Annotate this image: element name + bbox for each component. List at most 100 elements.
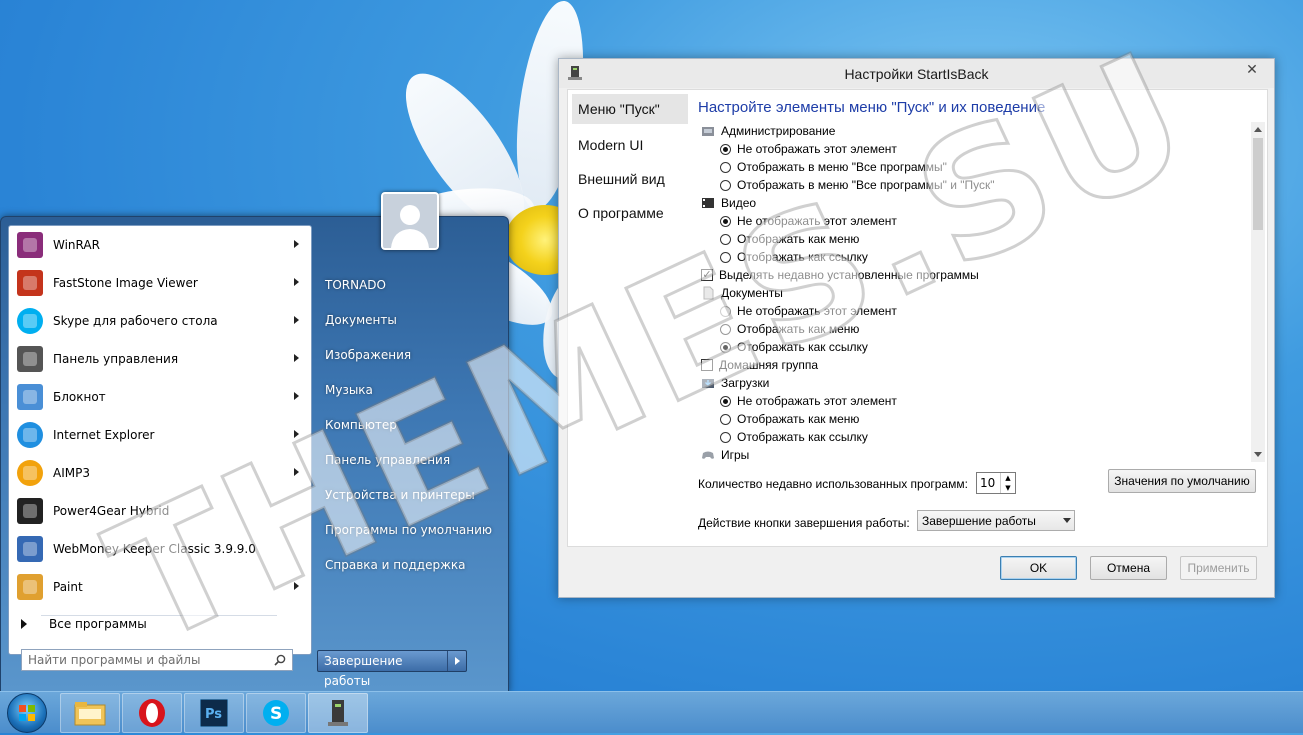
- radio-button[interactable]: [720, 431, 731, 443]
- submenu-arrow-icon[interactable]: [294, 354, 299, 362]
- option-label: Отображать в меню "Все программы" и "Пус…: [737, 178, 995, 192]
- taskbar-opera-button[interactable]: [122, 693, 182, 733]
- submenu-arrow-icon[interactable]: [294, 392, 299, 400]
- radio-button[interactable]: [720, 395, 731, 407]
- checkbox-checked[interactable]: ✓: [701, 269, 713, 281]
- start-program-item[interactable]: Paint: [9, 568, 311, 606]
- start-program-item[interactable]: Панель управления: [9, 340, 311, 378]
- dl-option-link[interactable]: Отображать как ссылку: [698, 428, 1243, 446]
- start-program-item[interactable]: Блокнот: [9, 378, 311, 416]
- shutdown-options-arrow-icon[interactable]: [448, 651, 466, 671]
- submenu-arrow-icon[interactable]: [294, 430, 299, 438]
- scroll-thumb[interactable]: [1253, 138, 1263, 230]
- radio-button[interactable]: [720, 161, 731, 173]
- dl-option-menu[interactable]: Отображать как меню: [698, 410, 1243, 428]
- power4gear-icon: [13, 494, 47, 528]
- recent-programs-value[interactable]: 10: [977, 473, 1000, 493]
- nav-appearance[interactable]: Внешний вид: [572, 162, 688, 196]
- taskbar-startisback-button[interactable]: [308, 693, 368, 733]
- start-place-item[interactable]: Изображения: [317, 337, 492, 372]
- radio-button[interactable]: [720, 143, 731, 155]
- checkbox-unchecked[interactable]: [701, 359, 713, 371]
- defaults-button[interactable]: Значения по умолчанию: [1108, 469, 1256, 493]
- radio-button[interactable]: [720, 341, 731, 353]
- user-avatar[interactable]: [381, 192, 439, 250]
- start-place-item[interactable]: Документы: [317, 302, 492, 337]
- faststone-icon: [13, 266, 47, 300]
- start-place-item[interactable]: Компьютер: [317, 407, 492, 442]
- admin-option-hide[interactable]: Не отображать этот элемент: [698, 140, 1243, 158]
- start-program-item[interactable]: WinRAR: [9, 226, 311, 264]
- option-label: Отображать как ссылку: [737, 430, 868, 444]
- radio-button[interactable]: [720, 233, 731, 245]
- dl-option-hide[interactable]: Не отображать этот элемент: [698, 392, 1243, 410]
- start-place-item[interactable]: Музыка: [317, 372, 492, 407]
- nav-start-menu[interactable]: Меню "Пуск": [572, 94, 688, 124]
- highlight-new-programs[interactable]: ✓ Выделять недавно установленные програм…: [698, 266, 1243, 284]
- option-label: Отображать в меню "Все программы": [737, 160, 947, 174]
- start-place-item[interactable]: Панель управления: [317, 442, 492, 477]
- nav-about[interactable]: О программе: [572, 196, 688, 230]
- start-program-item[interactable]: WebMoney Keeper Classic 3.9.9.0: [9, 530, 311, 568]
- nav-modern-ui[interactable]: Modern UI: [572, 128, 688, 162]
- submenu-arrow-icon[interactable]: [294, 278, 299, 286]
- admin-option-all-and-start[interactable]: Отображать в меню "Все программы" и "Пус…: [698, 176, 1243, 194]
- video-option-hide[interactable]: Не отображать этот элемент: [698, 212, 1243, 230]
- radio-button[interactable]: [720, 305, 731, 317]
- start-program-item[interactable]: AIMP3: [9, 454, 311, 492]
- homegroup-option[interactable]: Домашняя группа: [698, 356, 1243, 374]
- admin-option-all-programs[interactable]: Отображать в меню "Все программы": [698, 158, 1243, 176]
- close-icon[interactable]: ✕: [1239, 61, 1265, 79]
- start-button[interactable]: [7, 693, 47, 733]
- radio-button[interactable]: [720, 251, 731, 263]
- start-place-item[interactable]: Справка и поддержка: [317, 547, 492, 582]
- scroll-down-icon[interactable]: [1254, 452, 1262, 457]
- radio-button[interactable]: [720, 179, 731, 191]
- option-label: Не отображать этот элемент: [737, 394, 897, 408]
- start-program-item[interactable]: FastStone Image Viewer: [9, 264, 311, 302]
- start-program-item[interactable]: Internet Explorer: [9, 416, 311, 454]
- options-scrollbar[interactable]: [1251, 122, 1265, 462]
- cancel-button[interactable]: Отмена: [1090, 556, 1167, 580]
- start-program-item[interactable]: Power4Gear Hybrid: [9, 492, 311, 530]
- video-option-menu[interactable]: Отображать как меню: [698, 230, 1243, 248]
- aimp-icon: [13, 456, 47, 490]
- radio-button[interactable]: [720, 413, 731, 425]
- submenu-arrow-icon[interactable]: [294, 316, 299, 324]
- submenu-arrow-icon[interactable]: [294, 468, 299, 476]
- start-program-item[interactable]: Skype для рабочего стола: [9, 302, 311, 340]
- submenu-arrow-icon[interactable]: [294, 240, 299, 248]
- program-label: Paint: [53, 580, 83, 594]
- program-label: AIMP3: [53, 466, 90, 480]
- program-label: WebMoney Keeper Classic 3.9.9.0: [53, 542, 256, 556]
- scroll-up-icon[interactable]: [1254, 127, 1262, 132]
- docs-option-link[interactable]: Отображать как ссылку: [698, 338, 1243, 356]
- start-search-input[interactable]: Найти программы и файлы: [21, 649, 293, 671]
- radio-button[interactable]: [720, 323, 731, 335]
- radio-button[interactable]: [720, 215, 731, 227]
- docs-option-menu[interactable]: Отображать как меню: [698, 320, 1243, 338]
- apply-button[interactable]: Применить: [1180, 556, 1257, 580]
- shutdown-button[interactable]: Завершение работы: [317, 650, 467, 688]
- start-place-item[interactable]: Программы по умолчанию: [317, 512, 492, 547]
- recent-programs-stepper[interactable]: 10 ▲ ▼: [976, 472, 1016, 494]
- submenu-arrow-icon[interactable]: [294, 582, 299, 590]
- windows-logo-icon: [19, 705, 35, 721]
- ok-button[interactable]: OK: [1000, 556, 1077, 580]
- taskbar-explorer-button[interactable]: [60, 693, 120, 733]
- dialog-titlebar[interactable]: Настройки StartIsBack ✕: [559, 59, 1274, 88]
- program-label: Панель управления: [53, 352, 179, 366]
- start-place-item[interactable]: Устройства и принтеры: [317, 477, 492, 512]
- shutdown-action-select[interactable]: Завершение работы: [917, 510, 1075, 531]
- taskbar-skype-button[interactable]: S: [246, 693, 306, 733]
- docs-option-hide[interactable]: Не отображать этот элемент: [698, 302, 1243, 320]
- option-label: Отображать как меню: [737, 322, 860, 336]
- user-name-link[interactable]: TORNADO: [317, 267, 492, 302]
- option-label: Отображать как ссылку: [737, 340, 868, 354]
- category-games: Игры: [698, 446, 1243, 462]
- video-option-link[interactable]: Отображать как ссылку: [698, 248, 1243, 266]
- taskbar-photoshop-button[interactable]: Ps: [184, 693, 244, 733]
- stepper-up-icon[interactable]: ▲: [1001, 473, 1015, 483]
- all-programs-item[interactable]: Все программы: [21, 617, 147, 631]
- stepper-down-icon[interactable]: ▼: [1001, 483, 1015, 493]
